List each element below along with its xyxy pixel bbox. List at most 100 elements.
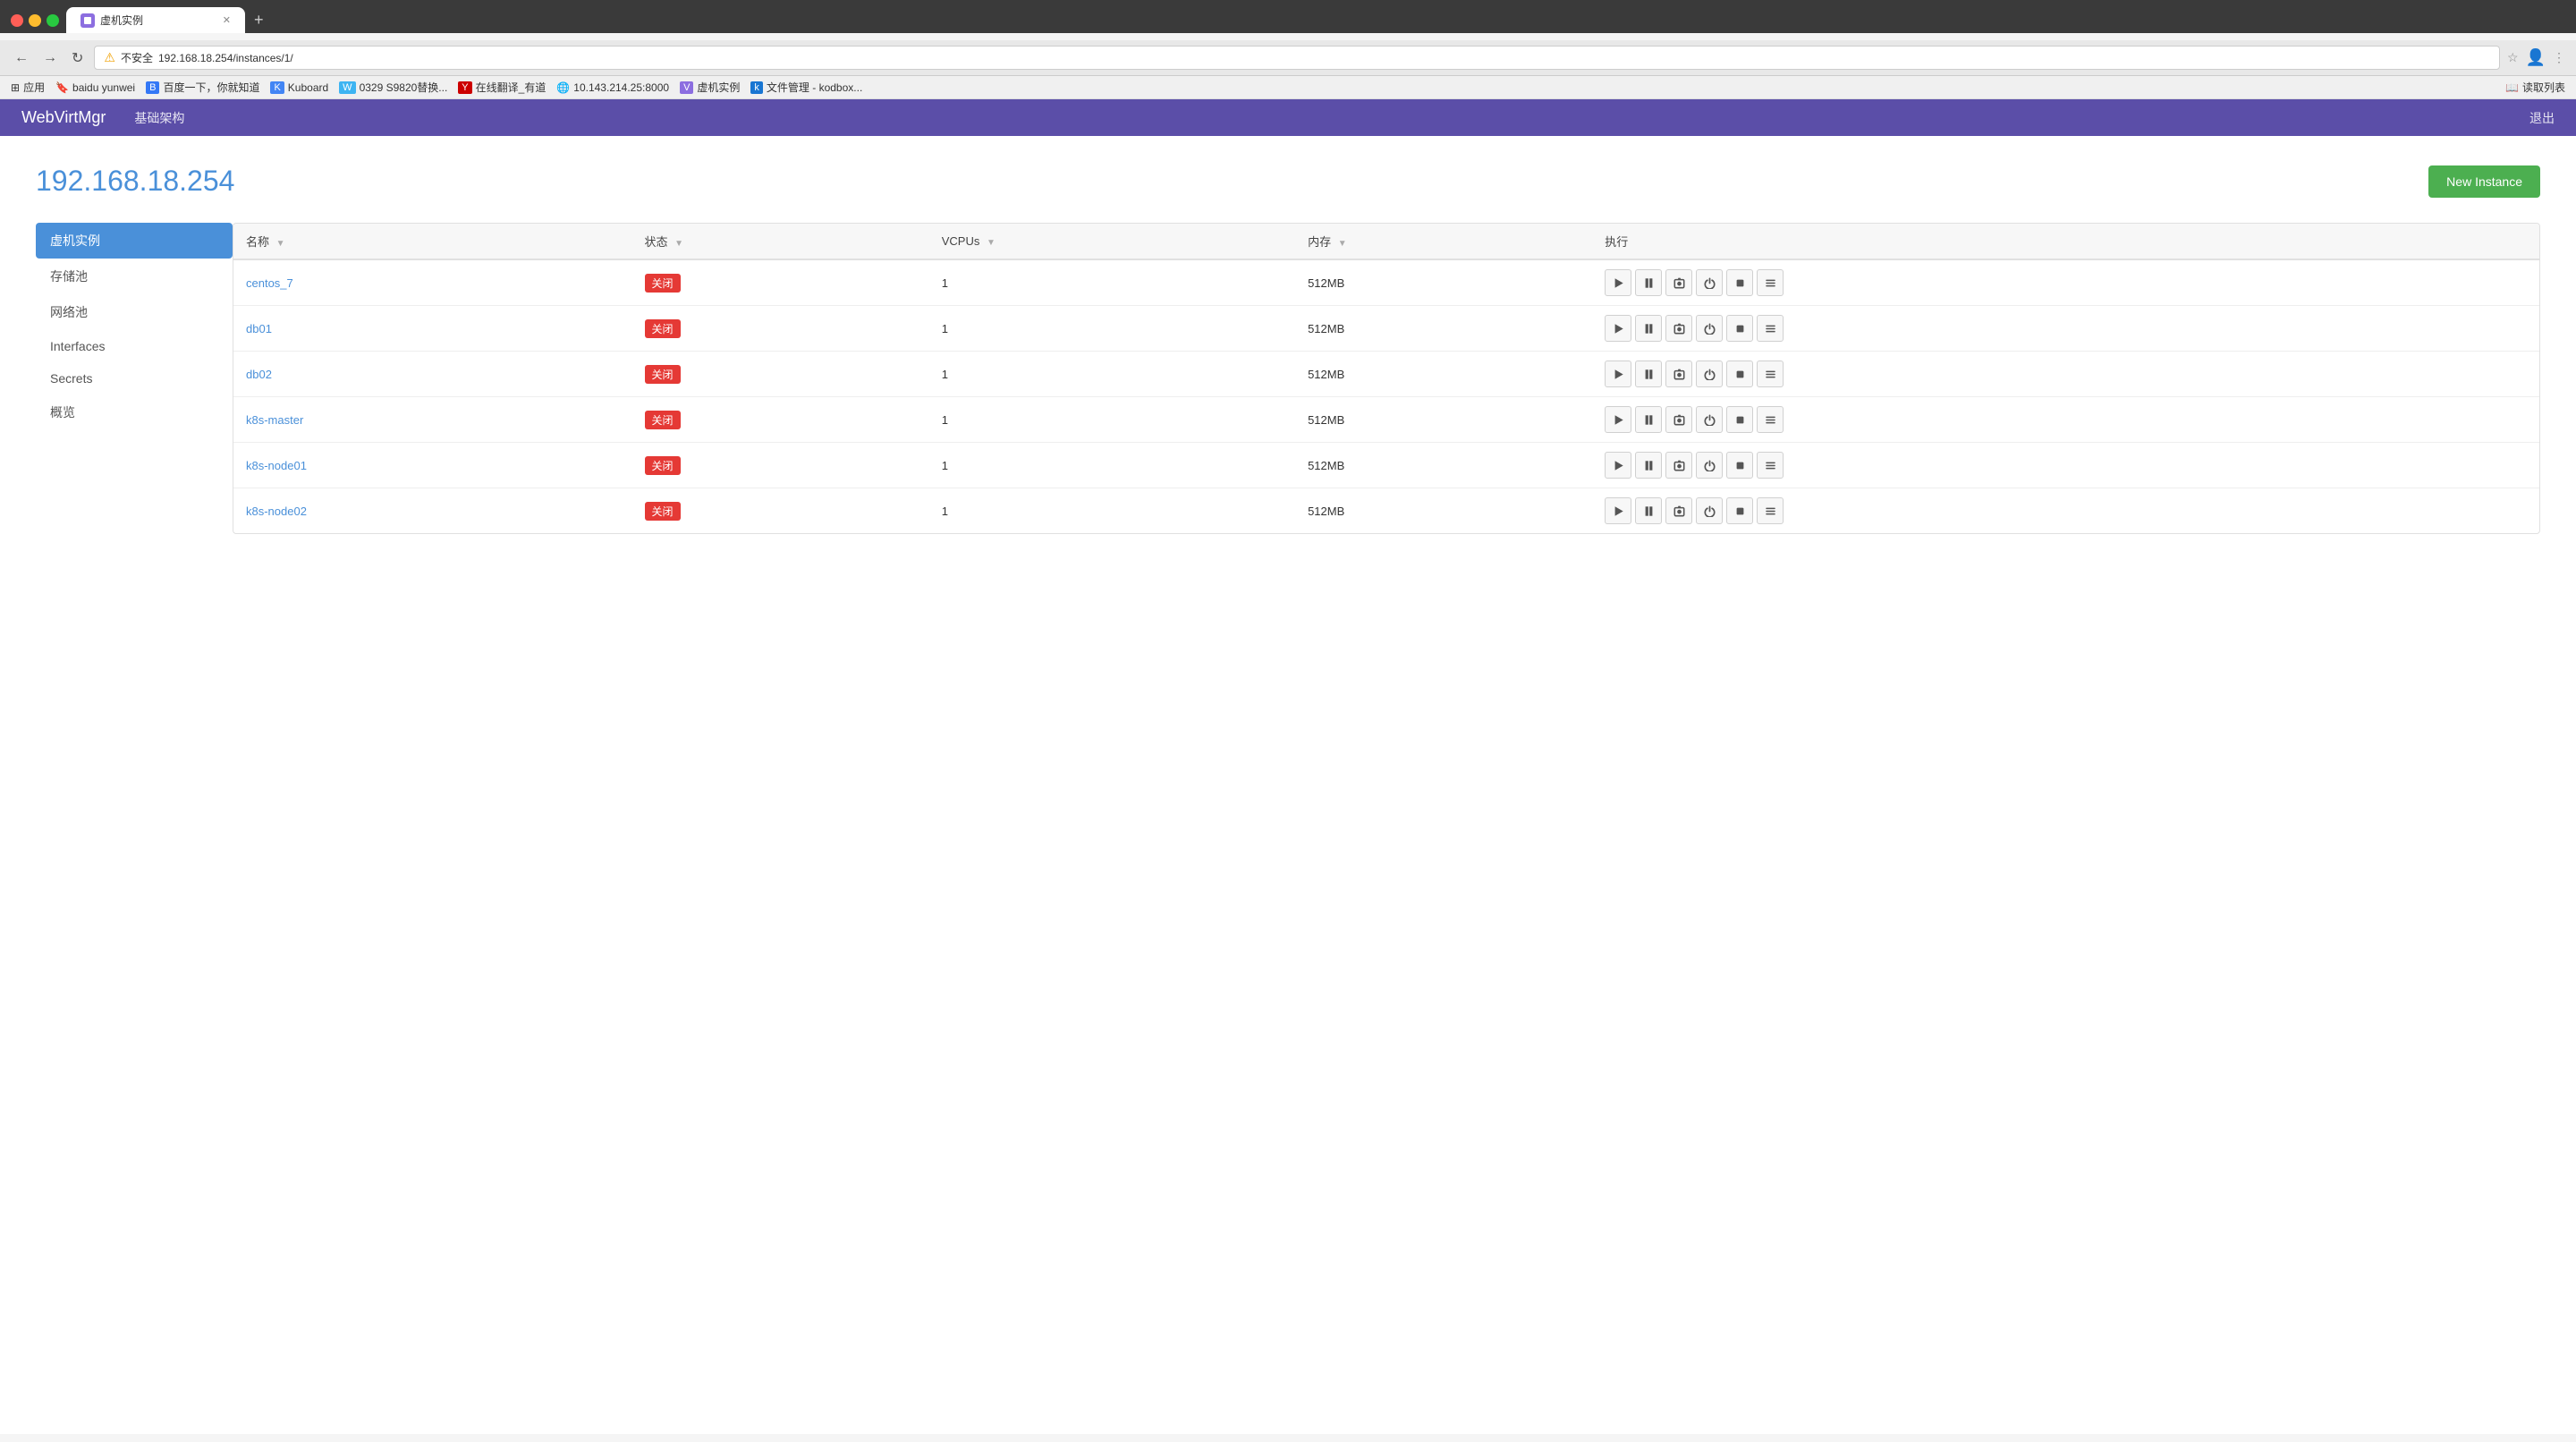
snapshot-btn[interactable] bbox=[1665, 497, 1692, 524]
vm-link-centos_7[interactable]: centos_7 bbox=[246, 276, 293, 290]
stop-btn[interactable] bbox=[1726, 452, 1753, 479]
col-name[interactable]: 名称 ▼ bbox=[233, 224, 632, 259]
pause-btn[interactable] bbox=[1635, 452, 1662, 479]
bookmark-baidu-yunwei[interactable]: 🔖 baidu yunwei bbox=[55, 81, 135, 94]
new-tab-btn[interactable]: + bbox=[247, 7, 271, 33]
bookmark-reading-list[interactable]: 📖 读取列表 bbox=[2505, 80, 2565, 95]
sidebar-item-network[interactable]: 网络池 bbox=[36, 294, 233, 330]
close-window-btn[interactable] bbox=[11, 14, 23, 27]
status-badge-db02: 关闭 bbox=[645, 365, 681, 384]
power-btn[interactable] bbox=[1696, 360, 1723, 387]
nav-link-infrastructure[interactable]: 基础架构 bbox=[134, 109, 184, 127]
active-tab[interactable]: 虚机实例 ✕ bbox=[66, 7, 245, 33]
bookmark-label: baidu yunwei bbox=[72, 81, 135, 94]
bookmark-0329[interactable]: W 0329 S9820替换... bbox=[339, 80, 447, 95]
start-btn[interactable] bbox=[1605, 269, 1631, 296]
cell-actions bbox=[1592, 352, 2539, 397]
url-bar[interactable]: ⚠ 不安全 192.168.18.254/instances/1/ bbox=[94, 46, 2500, 70]
bookmark-apps[interactable]: ⊞ 应用 bbox=[11, 80, 45, 95]
cell-vcpus: 1 bbox=[929, 352, 1295, 397]
cell-vcpus: 1 bbox=[929, 306, 1295, 352]
snapshot-btn[interactable] bbox=[1665, 406, 1692, 433]
menu-btn[interactable] bbox=[1757, 497, 1784, 524]
sidebar-item-label: 存储池 bbox=[50, 269, 88, 284]
cell-name: db01 bbox=[233, 306, 632, 352]
pause-btn[interactable] bbox=[1635, 315, 1662, 342]
bookmark-star-btn[interactable]: ☆ bbox=[2507, 50, 2519, 65]
menu-btn[interactable] bbox=[1757, 269, 1784, 296]
minimize-window-btn[interactable] bbox=[29, 14, 41, 27]
cell-status: 关闭 bbox=[632, 443, 929, 488]
sidebar-item-interfaces[interactable]: Interfaces bbox=[36, 330, 233, 362]
power-btn[interactable] bbox=[1696, 315, 1723, 342]
stop-btn[interactable] bbox=[1726, 406, 1753, 433]
vm-link-k8s-master[interactable]: k8s-master bbox=[246, 413, 303, 427]
app-brand: WebVirtMgr bbox=[21, 108, 106, 127]
bookmark-ip[interactable]: 🌐 10.143.214.25:8000 bbox=[556, 81, 669, 94]
start-btn[interactable] bbox=[1605, 406, 1631, 433]
menu-btn[interactable] bbox=[1757, 315, 1784, 342]
stop-btn[interactable] bbox=[1726, 315, 1753, 342]
bookmark-label: 10.143.214.25:8000 bbox=[573, 81, 669, 94]
power-btn[interactable] bbox=[1696, 452, 1723, 479]
sidebar-item-label: Secrets bbox=[50, 371, 92, 386]
bookmark-vm[interactable]: V 虚机实例 bbox=[680, 80, 740, 95]
bookmark-baidu[interactable]: B 百度一下，你就知道 bbox=[146, 80, 259, 95]
profile-btn[interactable]: 👤 bbox=[2526, 48, 2546, 67]
tab-bar: 虚机实例 ✕ + bbox=[66, 7, 271, 33]
maximize-window-btn[interactable] bbox=[47, 14, 59, 27]
menu-btn[interactable] bbox=[1757, 360, 1784, 387]
start-btn[interactable] bbox=[1605, 360, 1631, 387]
vm-link-k8s-node02[interactable]: k8s-node02 bbox=[246, 505, 307, 518]
bookmark-kuboard[interactable]: K Kuboard bbox=[270, 81, 328, 94]
power-btn[interactable] bbox=[1696, 269, 1723, 296]
status-badge-db01: 关闭 bbox=[645, 319, 681, 338]
menu-btn[interactable] bbox=[1757, 406, 1784, 433]
back-btn[interactable]: ← bbox=[11, 48, 32, 68]
reload-btn[interactable]: ↻ bbox=[68, 47, 87, 69]
reading-list-icon: 📖 bbox=[2505, 81, 2519, 94]
bookmark-youdao[interactable]: Y 在线翻译_有道 bbox=[458, 80, 546, 95]
pause-btn[interactable] bbox=[1635, 406, 1662, 433]
start-btn[interactable] bbox=[1605, 497, 1631, 524]
sidebar-item-vm-instances[interactable]: 虚机实例 bbox=[36, 223, 233, 259]
sidebar-item-overview[interactable]: 概览 bbox=[36, 394, 233, 430]
vm-link-k8s-node01[interactable]: k8s-node01 bbox=[246, 459, 307, 472]
stop-btn[interactable] bbox=[1726, 497, 1753, 524]
cell-memory: 512MB bbox=[1295, 397, 1592, 443]
cell-vcpus: 1 bbox=[929, 443, 1295, 488]
snapshot-btn[interactable] bbox=[1665, 269, 1692, 296]
cell-memory: 512MB bbox=[1295, 488, 1592, 534]
vm-link-db01[interactable]: db01 bbox=[246, 322, 272, 335]
start-btn[interactable] bbox=[1605, 315, 1631, 342]
bookmark-label: 读取列表 bbox=[2522, 80, 2565, 95]
status-badge-k8s-node02: 关闭 bbox=[645, 502, 681, 521]
sidebar-item-storage[interactable]: 存储池 bbox=[36, 259, 233, 294]
start-btn[interactable] bbox=[1605, 452, 1631, 479]
pause-btn[interactable] bbox=[1635, 360, 1662, 387]
logout-button[interactable]: 退出 bbox=[2529, 109, 2555, 127]
bookmark-label: 文件管理 - kodbox... bbox=[767, 80, 862, 95]
menu-btn[interactable] bbox=[1757, 452, 1784, 479]
vm-link-db02[interactable]: db02 bbox=[246, 368, 272, 381]
col-memory[interactable]: 内存 ▼ bbox=[1295, 224, 1592, 259]
col-vcpus[interactable]: VCPUs ▼ bbox=[929, 224, 1295, 259]
snapshot-btn[interactable] bbox=[1665, 452, 1692, 479]
action-buttons-centos_7 bbox=[1605, 269, 2527, 296]
power-btn[interactable] bbox=[1696, 497, 1723, 524]
extensions-btn[interactable]: ⋮ bbox=[2553, 50, 2565, 65]
new-instance-button[interactable]: New Instance bbox=[2428, 165, 2540, 198]
bookmark-kodbox[interactable]: k 文件管理 - kodbox... bbox=[750, 80, 862, 95]
pause-btn[interactable] bbox=[1635, 269, 1662, 296]
pause-btn[interactable] bbox=[1635, 497, 1662, 524]
bookmark-label: 在线翻译_有道 bbox=[476, 80, 547, 95]
power-btn[interactable] bbox=[1696, 406, 1723, 433]
forward-btn[interactable]: → bbox=[39, 48, 61, 68]
stop-btn[interactable] bbox=[1726, 360, 1753, 387]
sidebar-item-secrets[interactable]: Secrets bbox=[36, 362, 233, 394]
snapshot-btn[interactable] bbox=[1665, 315, 1692, 342]
snapshot-btn[interactable] bbox=[1665, 360, 1692, 387]
stop-btn[interactable] bbox=[1726, 269, 1753, 296]
tab-close-btn[interactable]: ✕ bbox=[223, 14, 231, 26]
col-status[interactable]: 状态 ▼ bbox=[632, 224, 929, 259]
